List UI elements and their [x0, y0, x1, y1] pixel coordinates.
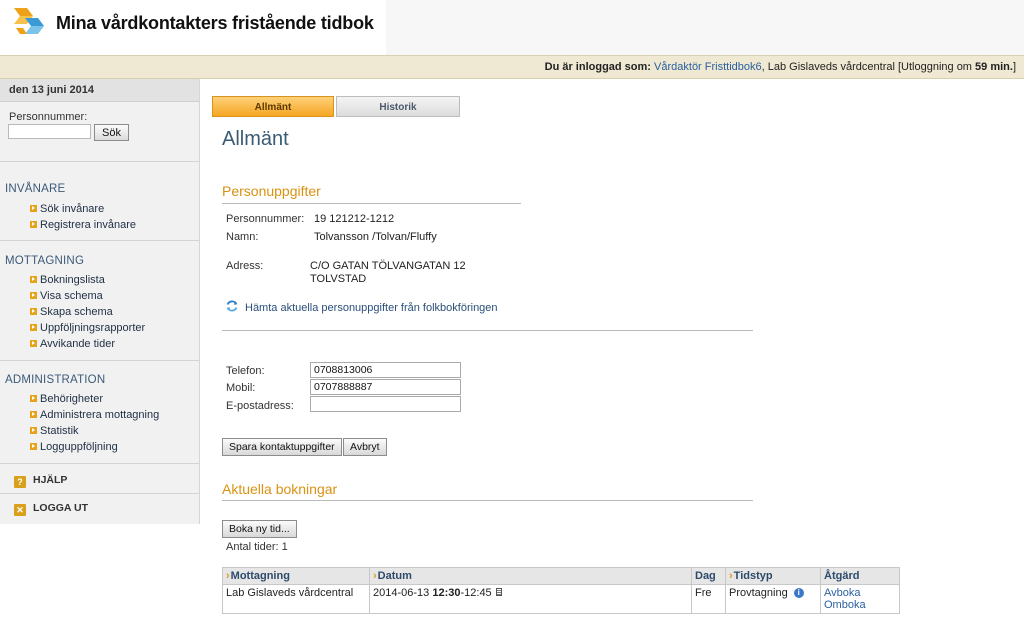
tab-historik[interactable]: Historik	[336, 96, 460, 117]
bullet-arrow-icon	[30, 308, 37, 315]
name-value: Tolvansson /Tolvan/Fluffy	[314, 231, 437, 243]
address-line-1: C/O GATAN TÖLVANGATAN 12	[310, 260, 466, 272]
phone-label: Telefon:	[226, 365, 265, 377]
address-label: Adress:	[226, 260, 264, 272]
cell-dag: Fre	[691, 584, 726, 614]
mobile-field[interactable]	[310, 379, 461, 395]
cell-tidstyp: Provtagning i	[725, 584, 821, 614]
cancel-booking-link[interactable]: Avboka	[824, 587, 896, 599]
section-rule	[222, 203, 521, 204]
sidebar-item-skapa-schema[interactable]: Skapa schema	[30, 306, 113, 318]
sidebar-divider	[0, 463, 199, 464]
sidebar-item-statistik[interactable]: Statistik	[30, 425, 79, 437]
sidebar-item-behorigheter[interactable]: Behörigheter	[30, 393, 103, 405]
section-title-personuppgifter: Personuppgifter	[222, 183, 321, 199]
sidebar-item-bokningslista[interactable]: Bokningslista	[30, 274, 105, 286]
cancel-button[interactable]: Avbryt	[343, 438, 387, 456]
table-header-row: ›Mottagning ›Datum Dag ›Tidstyp Åtgärd	[222, 567, 900, 585]
login-suffix: ]	[1012, 61, 1016, 73]
cell-mottagning: Lab Gislaveds vårdcentral	[222, 584, 370, 614]
sidebar-item-uppfoljningsrapporter[interactable]: Uppföljningsrapporter	[30, 322, 145, 334]
bullet-arrow-icon	[30, 395, 37, 402]
email-field[interactable]	[310, 396, 461, 412]
column-header-mottagning[interactable]: ›Mottagning	[222, 567, 370, 585]
personnummer-label: Personnummer:	[9, 111, 88, 123]
login-status: Du är inloggad som: Vårdaktör Fristtidbo…	[545, 61, 1016, 73]
sidebar-item-administrera-mottagning[interactable]: Administrera mottagning	[30, 409, 159, 421]
login-bar: Du är inloggad som: Vårdaktör Fristtidbo…	[0, 55, 1024, 79]
sidebar-divider	[0, 493, 199, 494]
section-administration: ADMINISTRATION	[5, 374, 106, 386]
address-line-2: TOLVSTAD	[310, 273, 367, 285]
bullet-arrow-icon	[30, 443, 37, 450]
header-strip	[386, 0, 1024, 55]
sidebar-item-logguppfoljning[interactable]: Logguppföljning	[30, 441, 118, 453]
bullet-arrow-icon	[30, 221, 37, 228]
sidebar-divider	[0, 161, 199, 162]
sidebar-divider	[0, 360, 199, 361]
app-title: Mina vårdkontakters fristående tidbok	[56, 13, 374, 33]
logout-timer: 59 min.	[975, 61, 1013, 73]
column-header-datum[interactable]: ›Datum	[369, 567, 692, 585]
search-button[interactable]: Sök	[94, 124, 129, 141]
name-label: Namn:	[226, 231, 259, 243]
app-header: Mina vårdkontakters fristående tidbok	[0, 0, 1024, 55]
fetch-population-register-link[interactable]: Hämta aktuella personuppgifter från folk…	[245, 302, 498, 314]
column-header-dag: Dag	[691, 567, 726, 585]
email-label: E-postadress:	[226, 400, 294, 412]
sort-arrow-icon: ›	[373, 570, 377, 582]
app-logo-icon	[14, 8, 44, 34]
refresh-icon[interactable]	[225, 299, 239, 313]
sidebar-item-avvikande-tider[interactable]: Avvikande tider	[30, 338, 115, 350]
sidebar-item-registrera-invanare[interactable]: Registrera invånare	[30, 219, 136, 231]
sidebar-divider	[0, 240, 199, 241]
help-icon: ?	[14, 476, 26, 488]
bullet-arrow-icon	[30, 340, 37, 347]
section-title-bookings: Aktuella bokningar	[222, 481, 338, 497]
info-icon[interactable]: i	[793, 588, 804, 598]
user-name-link[interactable]: Vårdaktör Fristtidbok6	[654, 61, 762, 73]
sort-arrow-icon: ›	[226, 570, 230, 582]
sidebar-item-visa-schema[interactable]: Visa schema	[30, 290, 103, 302]
page-title: Allmänt	[222, 128, 289, 150]
book-new-time-button[interactable]: Boka ny tid...	[222, 520, 297, 538]
logout-icon: ✕	[14, 504, 26, 516]
bullet-arrow-icon	[30, 292, 37, 299]
bullet-arrow-icon	[30, 205, 37, 212]
booking-count: Antal tider: 1	[226, 541, 288, 553]
section-invanare: INVÅNARE	[5, 183, 66, 195]
unit-text: , Lab Gislaveds vårdcentral [Utloggning …	[761, 61, 976, 73]
column-header-tidstyp[interactable]: ›Tidstyp	[725, 567, 821, 585]
personnummer-value: 19 121212-1212	[314, 213, 395, 225]
sidebar: den 13 juni 2014 Personnummer: Sök INVÅN…	[0, 79, 200, 524]
bullet-arrow-icon	[30, 324, 37, 331]
personnummer-label: Personnummer:	[226, 213, 305, 225]
logout-link[interactable]: ✕ LOGGA UT	[14, 502, 88, 516]
tab-allmant[interactable]: Allmänt	[212, 96, 334, 117]
bullet-arrow-icon	[30, 427, 37, 434]
save-contact-button[interactable]: Spara kontaktuppgifter	[222, 438, 342, 456]
date-strip: den 13 juni 2014	[0, 79, 199, 102]
phone-field[interactable]	[310, 362, 461, 378]
cell-datum: 2014-06-13 12:30-12:45	[369, 584, 692, 614]
personnummer-search-input[interactable]	[8, 124, 91, 139]
bullet-arrow-icon	[30, 276, 37, 283]
help-link[interactable]: ? HJÄLP	[14, 474, 67, 488]
section-rule	[222, 500, 753, 501]
column-header-atgard: Åtgärd	[820, 567, 900, 585]
section-mottagning: MOTTAGNING	[5, 255, 85, 267]
rebook-link[interactable]: Omboka	[824, 599, 896, 611]
document-icon[interactable]	[495, 588, 502, 596]
bullet-arrow-icon	[30, 411, 37, 418]
section-rule	[222, 330, 753, 331]
table-row: Lab Gislaveds vårdcentral 2014-06-13 12:…	[222, 584, 900, 614]
cell-atgard: Avboka Omboka	[820, 584, 900, 614]
bookings-table: ›Mottagning ›Datum Dag ›Tidstyp Åtgärd L…	[222, 567, 900, 614]
mobile-label: Mobil:	[226, 382, 256, 394]
sort-arrow-icon: ›	[729, 570, 733, 582]
sidebar-item-sok-invanare[interactable]: Sök invånare	[30, 203, 104, 215]
current-date: den 13 juni 2014	[9, 84, 94, 96]
login-prefix: Du är inloggad som:	[544, 61, 651, 73]
